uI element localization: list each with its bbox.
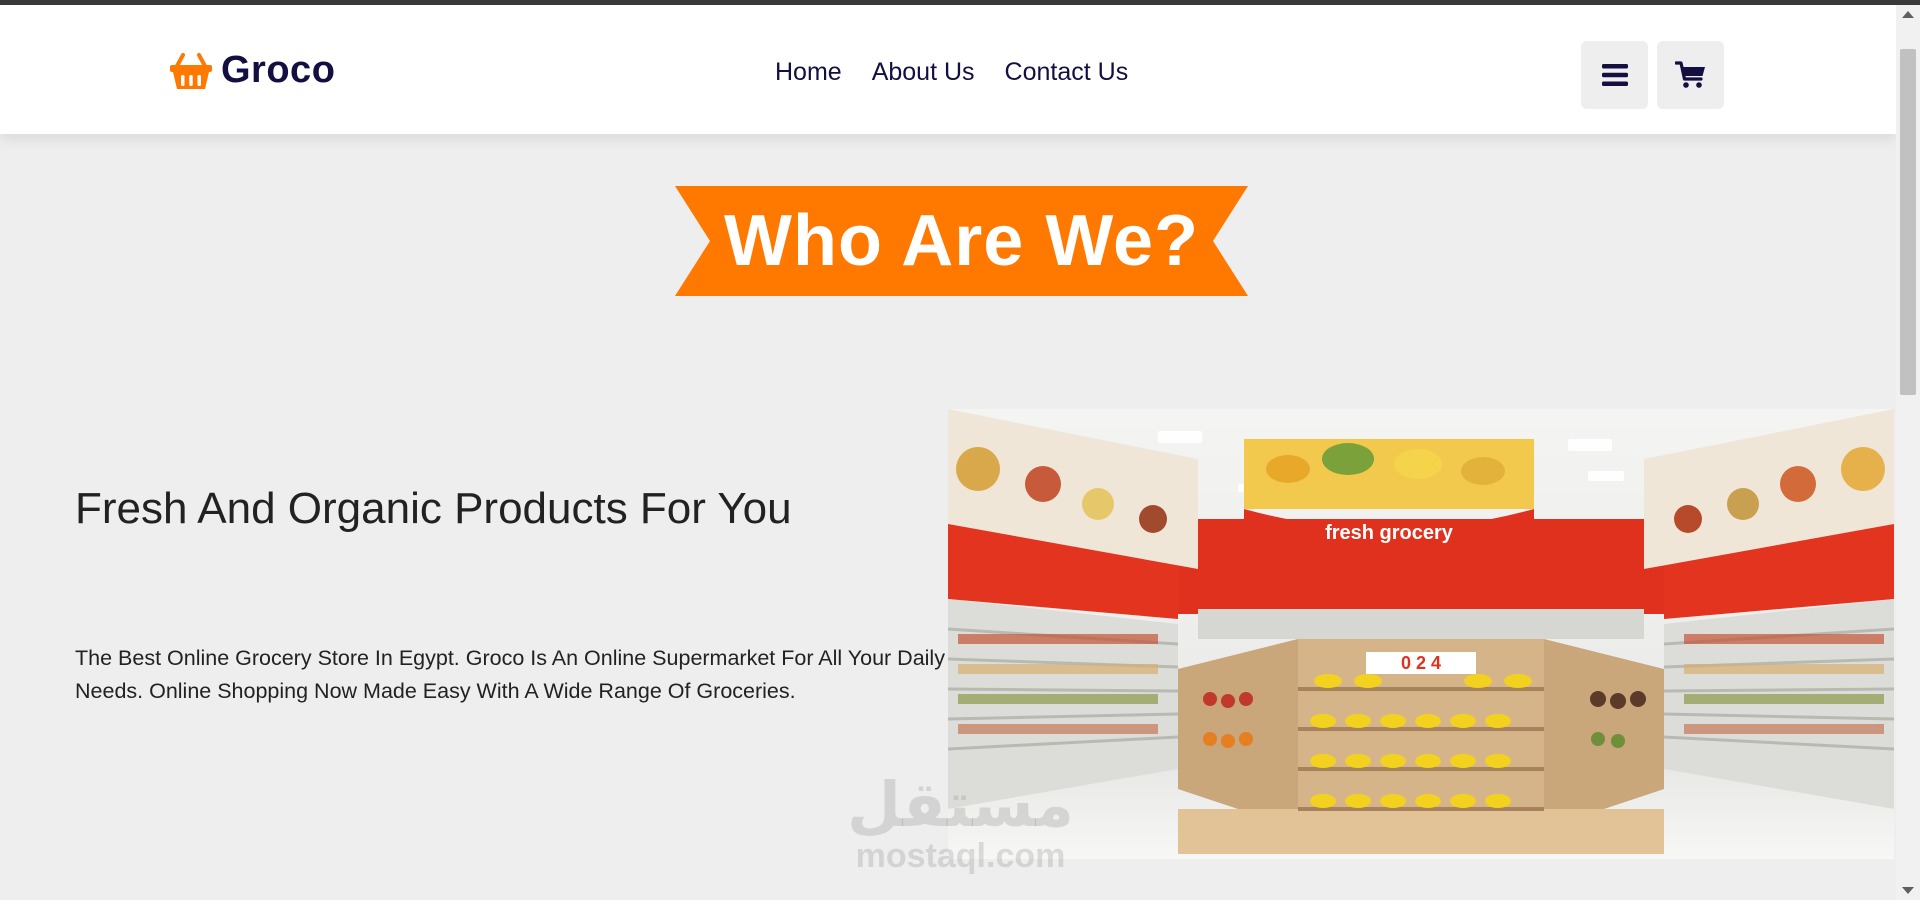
grocery-store-image: fresh grocery 0 2 4	[948, 409, 1894, 859]
watermark: مستقل mostaql.com	[843, 771, 1078, 876]
nav-about-us[interactable]: About Us	[872, 58, 975, 87]
logo[interactable]: Groco	[169, 49, 335, 92]
sign-text: fresh grocery	[1325, 522, 1454, 544]
scroll-up-arrow[interactable]	[1902, 11, 1914, 18]
section-heading: Who Are We?	[724, 201, 1199, 281]
about-title: Fresh And Organic Products For You	[75, 484, 792, 533]
nav-contact-us[interactable]: Contact Us	[1005, 58, 1129, 87]
basket-icon	[170, 52, 212, 89]
bars-icon	[1601, 64, 1628, 86]
shopping-cart-icon	[1674, 61, 1705, 88]
nav-home[interactable]: Home	[775, 58, 842, 87]
section-heading-banner: Who Are We?	[675, 186, 1248, 296]
scroll-down-arrow[interactable]	[1902, 887, 1914, 894]
logo-text: Groco	[221, 49, 336, 91]
watermark-arabic: مستقل	[847, 771, 1074, 840]
main-nav: Home About Us Contact Us	[775, 58, 1128, 87]
watermark-latin: mostaql.com	[855, 837, 1066, 875]
scrollbar-thumb[interactable]	[1900, 49, 1916, 395]
site-header: Groco Home About Us Contact Us	[0, 5, 1896, 134]
about-description: The Best Online Grocery Store In Egypt. …	[75, 646, 945, 703]
cart-button[interactable]	[1657, 41, 1724, 109]
vertical-scrollbar[interactable]	[1896, 5, 1920, 900]
price-display: 0 2 4	[1401, 653, 1441, 673]
menu-button[interactable]	[1581, 41, 1648, 109]
